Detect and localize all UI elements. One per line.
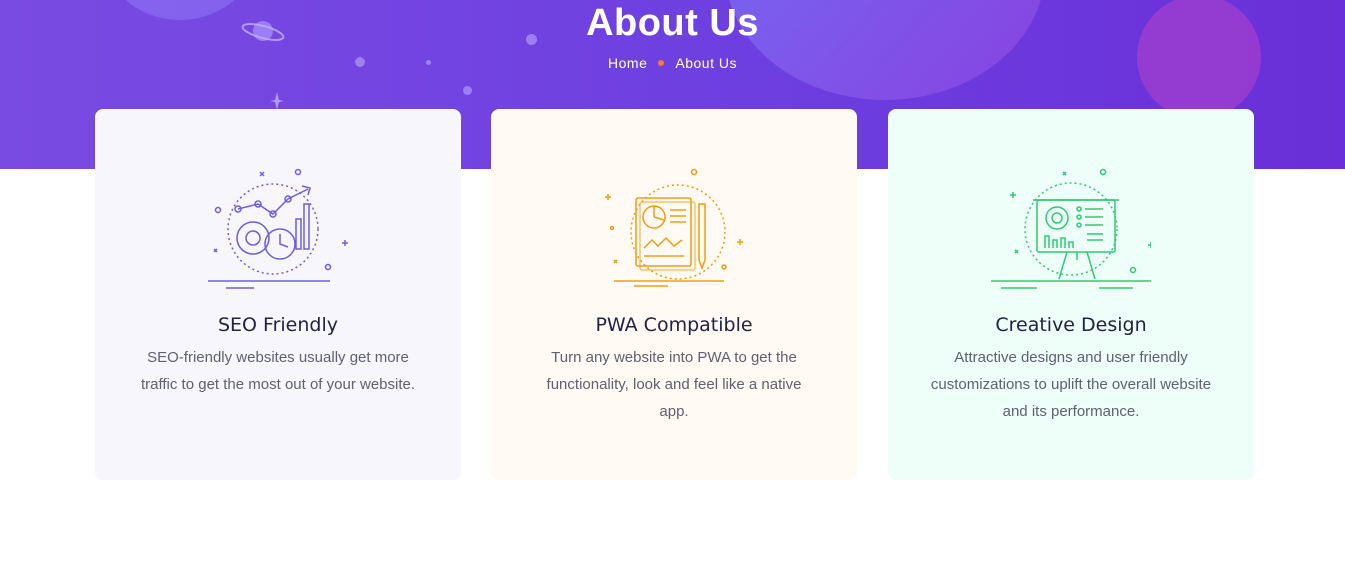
feature-title: PWA Compatible — [595, 314, 753, 336]
sparkle-icon — [270, 92, 284, 110]
presentation-board-icon — [991, 168, 1151, 289]
feature-description: Attractive designs and user friendly cus… — [930, 349, 1212, 420]
hero-decoration-dot — [463, 86, 472, 95]
breadcrumb-home-link[interactable]: Home — [608, 55, 647, 71]
breadcrumb: Home About Us — [0, 55, 1345, 71]
feature-card-pwa: PWA Compatible Turn any website into PWA… — [491, 109, 857, 480]
feature-card-creative: Creative Design Attractive designs and u… — [888, 109, 1254, 480]
page-title: About Us — [586, 2, 759, 44]
breadcrumb-separator-dot — [658, 60, 665, 67]
feature-description: Turn any website into PWA to get the fun… — [546, 349, 802, 420]
feature-description: SEO-friendly websites usually get more t… — [140, 349, 416, 393]
feature-title: Creative Design — [995, 314, 1147, 336]
report-document-icon — [605, 168, 743, 287]
feature-title: SEO Friendly — [217, 314, 338, 336]
seo-analytics-icon — [208, 168, 348, 289]
feature-card-seo: SEO Friendly SEO-friendly websites usual… — [95, 109, 461, 480]
breadcrumb-current: About Us — [675, 55, 737, 71]
